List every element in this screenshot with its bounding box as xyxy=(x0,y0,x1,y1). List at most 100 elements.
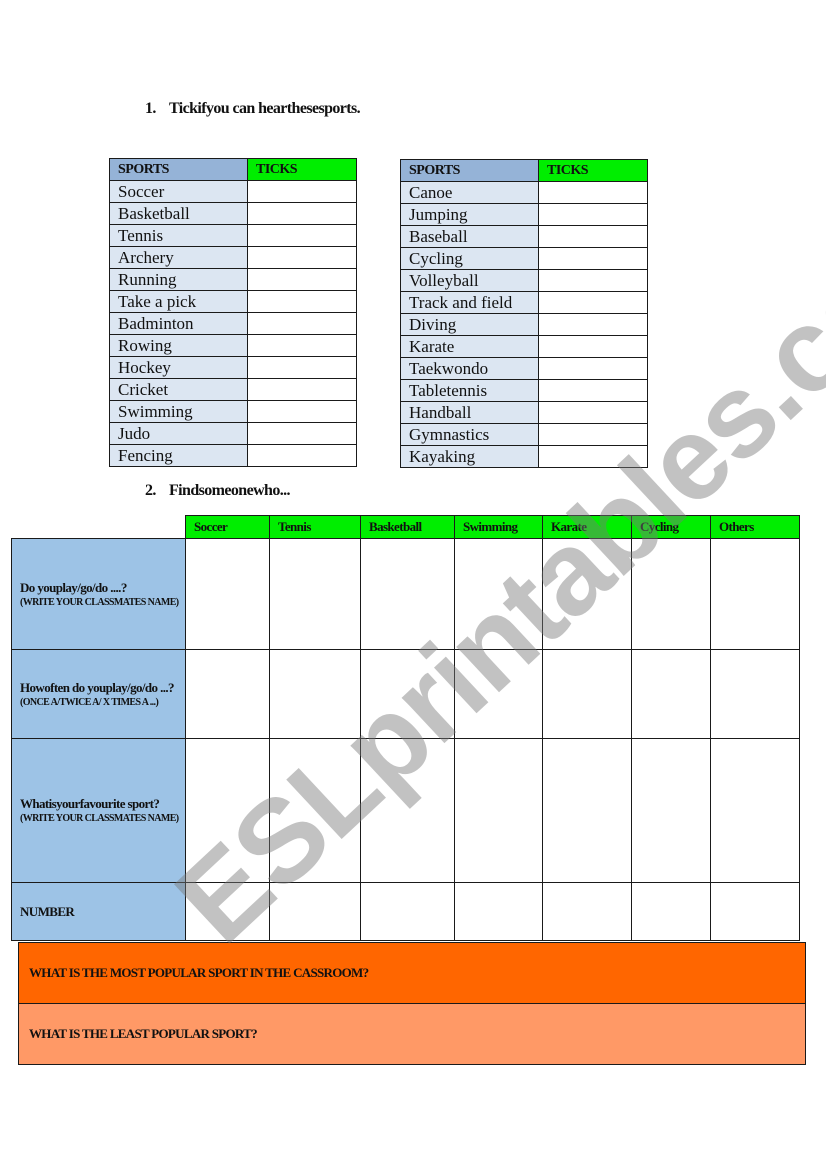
sport-name: Basketball xyxy=(109,202,248,225)
tick-cell[interactable] xyxy=(247,378,357,401)
tick-cell[interactable] xyxy=(538,379,648,402)
answer-cell[interactable] xyxy=(185,738,270,883)
tick-cell[interactable] xyxy=(538,225,648,248)
answer-cell[interactable] xyxy=(542,882,632,941)
row-question: NUMBER xyxy=(20,904,75,919)
tick-cell[interactable] xyxy=(247,224,357,247)
answer-cell[interactable] xyxy=(185,538,270,650)
table-row: Howoften do youplay/go/do ...? (ONCE A/T… xyxy=(11,649,800,739)
answer-cell[interactable] xyxy=(185,882,270,941)
answer-cell[interactable] xyxy=(542,538,632,650)
sport-name: Archery xyxy=(109,246,248,269)
answer-cell[interactable] xyxy=(360,649,455,739)
row-header: Whatisyourfavourite sport? (WRITE YOUR C… xyxy=(11,738,186,883)
header-sports: SPORTS xyxy=(400,159,539,182)
table-row: Archery xyxy=(109,246,357,269)
tick-cell[interactable] xyxy=(538,313,648,336)
table-header-row: SPORTS TICKS xyxy=(400,159,648,182)
table-row: Soccer xyxy=(109,180,357,203)
answer-cell[interactable] xyxy=(631,649,711,739)
tick-cell[interactable] xyxy=(247,246,357,269)
answer-cell[interactable] xyxy=(185,649,270,739)
sport-name: Take a pick xyxy=(109,290,248,313)
answer-cell[interactable] xyxy=(710,649,800,739)
header-sports: SPORTS xyxy=(109,158,248,181)
tick-cell[interactable] xyxy=(538,291,648,314)
answer-cell[interactable] xyxy=(360,882,455,941)
table-row: Basketball xyxy=(109,202,357,225)
table-row: Hockey xyxy=(109,356,357,379)
answer-cell[interactable] xyxy=(631,738,711,883)
row-header: NUMBER xyxy=(11,882,186,941)
tick-cell[interactable] xyxy=(247,202,357,225)
table-row: Handball xyxy=(400,401,648,424)
sport-name: Running xyxy=(109,268,248,291)
answer-cell[interactable] xyxy=(269,738,361,883)
tick-cell[interactable] xyxy=(538,335,648,358)
tick-cell[interactable] xyxy=(538,181,648,204)
sport-name: Swimming xyxy=(109,400,248,423)
answer-cell[interactable] xyxy=(454,882,543,941)
answer-cell[interactable] xyxy=(631,538,711,650)
tick-cell[interactable] xyxy=(538,203,648,226)
table-row: Swimming xyxy=(109,400,357,423)
answer-cell[interactable] xyxy=(710,738,800,883)
row-note: (ONCE A/TWICE A/ X TIMES A ...) xyxy=(20,696,159,708)
answer-cell[interactable] xyxy=(710,538,800,650)
row-question: Do youplay/go/do ....? xyxy=(20,579,127,595)
tick-cell[interactable] xyxy=(538,247,648,270)
tick-cell[interactable] xyxy=(247,356,357,379)
answer-cell[interactable] xyxy=(269,882,361,941)
answer-cell[interactable] xyxy=(631,882,711,941)
table-row: Do youplay/go/do ....? (WRITE YOUR CLASS… xyxy=(11,538,800,650)
table-row: Badminton xyxy=(109,312,357,335)
table-row: Judo xyxy=(109,422,357,445)
answer-cell[interactable] xyxy=(454,538,543,650)
column-header: Tennis xyxy=(269,515,361,539)
answer-cell[interactable] xyxy=(454,649,543,739)
sport-name: Hockey xyxy=(109,356,248,379)
sport-name: Soccer xyxy=(109,180,248,203)
column-header: Cycling xyxy=(631,515,711,539)
table-row: NUMBER xyxy=(11,882,800,941)
table-row: Cricket xyxy=(109,378,357,401)
tick-cell[interactable] xyxy=(538,445,648,468)
answer-cell[interactable] xyxy=(360,738,455,883)
table-row: Cycling xyxy=(400,247,648,270)
sport-name: Kayaking xyxy=(400,445,539,468)
sports-tick-table-2: SPORTS TICKS Canoe Jumping Baseball Cycl… xyxy=(400,159,648,468)
answer-cell[interactable] xyxy=(542,738,632,883)
tick-cell[interactable] xyxy=(538,269,648,292)
column-header: Others xyxy=(710,515,800,539)
tick-cell[interactable] xyxy=(247,268,357,291)
answer-cell[interactable] xyxy=(269,649,361,739)
section-2-heading: 2. Findsomeonewho... xyxy=(145,482,291,500)
tick-cell[interactable] xyxy=(538,357,648,380)
tick-cell[interactable] xyxy=(538,423,648,446)
table-row: Karate xyxy=(400,335,648,358)
tick-cell[interactable] xyxy=(538,401,648,424)
answer-cell[interactable] xyxy=(454,738,543,883)
least-popular-question-box[interactable]: WHAT IS THE LEAST POPULAR SPORT? xyxy=(18,1003,806,1065)
tick-cell[interactable] xyxy=(247,400,357,423)
table-row: Gymnastics xyxy=(400,423,648,446)
section-1-heading: 1. Tickifyou can hearthesesports. xyxy=(145,100,361,118)
answer-cell[interactable] xyxy=(710,882,800,941)
tick-cell[interactable] xyxy=(247,444,357,467)
answer-cell[interactable] xyxy=(269,538,361,650)
tick-cell[interactable] xyxy=(247,334,357,357)
sport-name: Diving xyxy=(400,313,539,336)
answer-cell[interactable] xyxy=(542,649,632,739)
most-popular-question-box[interactable]: WHAT IS THE MOST POPULAR SPORT IN THE CA… xyxy=(18,942,806,1004)
row-header: Do youplay/go/do ....? (WRITE YOUR CLASS… xyxy=(11,538,186,650)
tick-cell[interactable] xyxy=(247,312,357,335)
tick-cell[interactable] xyxy=(247,290,357,313)
table-row: Take a pick xyxy=(109,290,357,313)
sport-name: Tabletennis xyxy=(400,379,539,402)
table-row: Jumping xyxy=(400,203,648,226)
tick-cell[interactable] xyxy=(247,180,357,203)
answer-cell[interactable] xyxy=(360,538,455,650)
sport-name: Badminton xyxy=(109,312,248,335)
sport-name: Handball xyxy=(400,401,539,424)
tick-cell[interactable] xyxy=(247,422,357,445)
